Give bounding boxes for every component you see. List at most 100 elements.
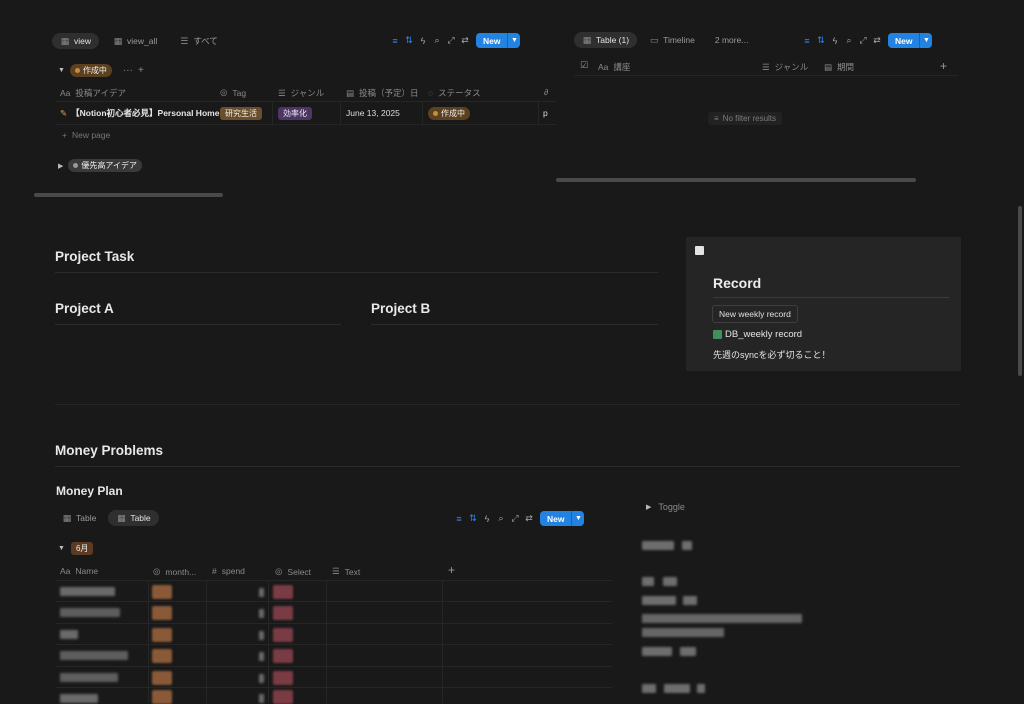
divider <box>56 601 612 602</box>
money-view-tabs: ▦ Table ▦ Table <box>54 510 159 526</box>
search-icon[interactable]: ⌕ <box>494 513 508 524</box>
tab-table-1[interactable]: ▦ Table <box>54 510 104 526</box>
divider <box>56 101 556 102</box>
tab-table[interactable]: ▦ Table (1) <box>574 32 638 48</box>
left-db-toolbar: ≡ ⇅ ϟ ⌕ ⤢ ⇄ New ▼ <box>388 33 521 48</box>
col-header-month[interactable]: ◎ month... <box>153 566 196 577</box>
settings-icon[interactable]: ⇄ <box>870 35 884 46</box>
date-cell: June 13, 2025 <box>346 108 400 118</box>
caret-down-icon[interactable]: ▼ <box>58 67 65 74</box>
col-header-tag[interactable]: ◎ Tag <box>220 87 246 98</box>
new-button[interactable]: New ▼ <box>540 511 585 526</box>
divider <box>206 580 207 703</box>
tab-timeline[interactable]: ▭ Timeline <box>641 32 703 48</box>
right-db-toolbar: ≡ ⇅ ϟ ⌕ ⤢ ⇄ New ▼ <box>800 33 933 48</box>
redacted-tag <box>152 585 172 599</box>
new-page-row[interactable]: + New page <box>62 130 110 140</box>
lightning-icon[interactable]: ϟ <box>828 36 842 46</box>
divider <box>574 75 958 76</box>
clipped-cell: p <box>543 108 548 118</box>
sort-icon[interactable]: ⇅ <box>402 35 416 46</box>
table-icon: ▦ <box>117 513 126 523</box>
caret-right-icon: ▶ <box>646 504 652 511</box>
redacted-text <box>642 684 656 693</box>
col-header-genre[interactable]: ☰ ジャンル <box>762 61 808 73</box>
horizontal-scrollbar[interactable] <box>556 178 916 182</box>
group-header-in-progress: ▼ 作成中 ··· + <box>58 64 144 77</box>
redacted-cell <box>259 588 264 597</box>
table-icon: ▦ <box>113 36 123 46</box>
db-weekly-record-link[interactable]: DB_weekly record <box>713 329 802 340</box>
lightning-icon[interactable]: ϟ <box>416 36 430 46</box>
chevron-down-icon[interactable]: ▼ <box>919 33 932 48</box>
search-icon[interactable]: ⌕ <box>842 35 856 46</box>
new-button[interactable]: New ▼ <box>888 33 933 48</box>
filter-icon[interactable]: ≡ <box>388 36 402 46</box>
lightning-icon[interactable]: ϟ <box>480 514 494 524</box>
heading-project-b: Project B <box>371 301 431 316</box>
divider <box>56 666 612 667</box>
sort-icon[interactable]: ⇅ <box>814 35 828 46</box>
more-icon[interactable]: ··· <box>123 65 133 76</box>
col-header-spend[interactable]: # spend <box>212 566 245 576</box>
list-icon: ☰ <box>180 36 189 46</box>
add-column-icon[interactable]: + <box>940 59 947 73</box>
expand-icon[interactable]: ⤢ <box>444 35 458 46</box>
vertical-scrollbar[interactable] <box>1018 206 1022 376</box>
filter-icon[interactable]: ≡ <box>452 514 466 524</box>
timeline-icon: ▭ <box>649 35 659 45</box>
col-header-status[interactable]: ◌ ステータス <box>428 87 481 99</box>
chevron-down-icon[interactable]: ▼ <box>571 511 584 526</box>
new-button[interactable]: New ▼ <box>476 33 521 48</box>
col-header-name[interactable]: Aa Name <box>60 566 98 576</box>
tab-all[interactable]: ☰ すべて <box>171 32 226 50</box>
expand-icon[interactable]: ⤢ <box>508 513 522 524</box>
section-title-project-task: Project Task <box>55 249 135 264</box>
settings-icon[interactable]: ⇄ <box>458 35 472 46</box>
text-prop-icon: Aa <box>60 88 71 98</box>
toggle-block[interactable]: ▶ Toggle <box>646 502 685 512</box>
col-header-idea[interactable]: Aa 投稿アイデア <box>60 87 126 99</box>
col-header-genre[interactable]: ☰ ジャンル <box>278 87 324 99</box>
sort-icon[interactable]: ⇅ <box>466 513 480 524</box>
col-header-period[interactable]: ▤ 期間 <box>824 61 854 73</box>
new-weekly-record-button[interactable]: New weekly record <box>712 305 798 323</box>
search-icon[interactable]: ⌕ <box>430 35 444 46</box>
col-header-select[interactable]: ◎ Select <box>275 566 311 577</box>
divider <box>340 101 341 124</box>
col-header-more[interactable]: ∂ <box>544 87 548 97</box>
checkbox-icon[interactable]: ☑ <box>580 60 588 71</box>
table-icon: ▦ <box>62 513 72 523</box>
col-header-text[interactable]: ☰ Text <box>332 566 360 577</box>
chevron-down-icon[interactable]: ▼ <box>507 33 520 48</box>
divider <box>56 644 612 645</box>
redacted-text <box>680 647 696 656</box>
divider <box>442 580 443 703</box>
tab-view[interactable]: ▦ view <box>52 33 100 49</box>
expand-icon[interactable]: ⤢ <box>856 35 870 46</box>
redacted-text <box>697 684 705 693</box>
table-row[interactable]: ✎ 【Notion初心者必見】Personal Homeの <box>60 107 220 119</box>
redacted-text <box>642 647 672 656</box>
filter-icon[interactable]: ≡ <box>800 36 814 46</box>
add-column-icon[interactable]: + <box>448 563 455 577</box>
money-toolbar: ≡ ⇅ ϟ ⌕ ⤢ ⇄ New ▼ <box>452 511 585 526</box>
caret-down-icon[interactable]: ▼ <box>58 545 65 552</box>
redacted-tag <box>273 585 293 599</box>
col-header-course[interactable]: Aa 講座 <box>598 61 630 73</box>
text-prop-icon: Aa <box>60 566 71 576</box>
col-header-date[interactable]: ▤ 投稿（予定）日 <box>346 87 419 99</box>
plus-icon[interactable]: + <box>138 65 144 76</box>
tab-more[interactable]: 2 more... <box>707 32 757 48</box>
table-icon: ▦ <box>60 36 70 46</box>
caret-right-icon[interactable]: ▶ <box>58 162 63 170</box>
redacted-text <box>664 684 690 693</box>
heading-project-a: Project A <box>55 301 114 316</box>
horizontal-scrollbar[interactable] <box>34 193 223 197</box>
tab-table-2[interactable]: ▦ Table <box>108 510 159 526</box>
divider <box>326 580 327 703</box>
redacted-cell <box>259 694 264 703</box>
redacted-tag <box>152 649 172 663</box>
settings-icon[interactable]: ⇄ <box>522 513 536 524</box>
tab-view-all[interactable]: ▦ view_all <box>105 33 165 49</box>
